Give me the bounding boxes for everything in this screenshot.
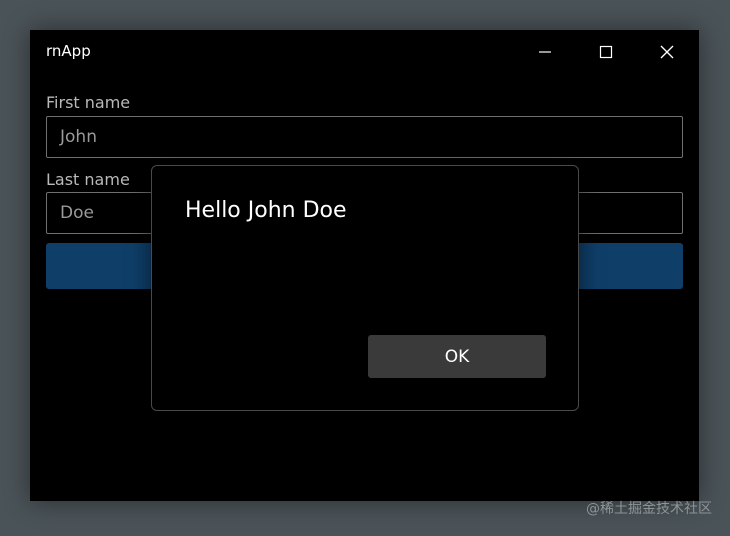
maximize-icon — [599, 45, 613, 59]
message-dialog: Hello John Doe OK — [151, 165, 579, 411]
title-bar: rnApp — [30, 30, 699, 74]
maximize-button[interactable] — [583, 36, 629, 68]
close-icon — [660, 45, 674, 59]
last-name-label: Last name — [46, 170, 130, 189]
minimize-button[interactable] — [522, 36, 568, 68]
ok-button-label: OK — [444, 346, 470, 367]
window-title: rnApp — [46, 42, 91, 60]
first-name-label: First name — [46, 93, 131, 112]
first-name-input[interactable]: John — [46, 116, 683, 158]
ok-button[interactable]: OK — [368, 335, 546, 378]
close-button[interactable] — [644, 36, 690, 68]
app-window: rnApp First name John Last name Doe Hell… — [30, 30, 699, 501]
minimize-icon — [539, 51, 551, 53]
watermark-text: @稀土掘金技术社区 — [586, 501, 712, 517]
dialog-message: Hello John Doe — [185, 198, 347, 223]
